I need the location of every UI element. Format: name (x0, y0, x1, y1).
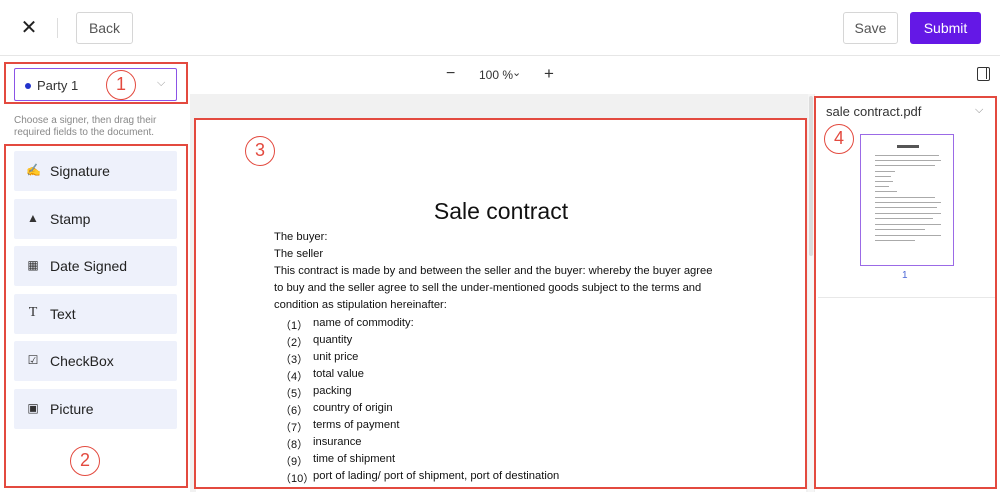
zoom-toolbar: − 100 % ⌄ + (190, 56, 1000, 94)
highlight-box-1 (4, 62, 188, 104)
signer-hint: Choose a signer, then drag their require… (14, 115, 157, 138)
top-bar: ✕ Back Save Submit (0, 0, 1000, 56)
panel-toggle-icon[interactable] (977, 67, 990, 81)
annotation-2: 2 (70, 446, 100, 476)
zoom-out-button[interactable]: − (446, 65, 455, 83)
annotation-3: 3 (245, 136, 275, 166)
divider (57, 18, 58, 38)
annotation-1: 1 (106, 70, 136, 100)
highlight-box-2 (4, 144, 188, 488)
annotation-4: 4 (824, 124, 854, 154)
highlight-box-4 (814, 96, 997, 489)
highlight-box-3 (194, 118, 807, 489)
zoom-in-button[interactable]: + (544, 64, 554, 84)
zoom-level[interactable]: 100 % (479, 68, 513, 82)
chevron-down-icon[interactable]: ⌄ (512, 66, 521, 79)
submit-button[interactable]: Submit (910, 12, 981, 44)
back-button[interactable]: Back (76, 12, 133, 44)
save-button[interactable]: Save (843, 12, 898, 44)
close-icon[interactable]: ✕ (18, 17, 40, 39)
scrollbar-thumb[interactable] (809, 96, 813, 256)
